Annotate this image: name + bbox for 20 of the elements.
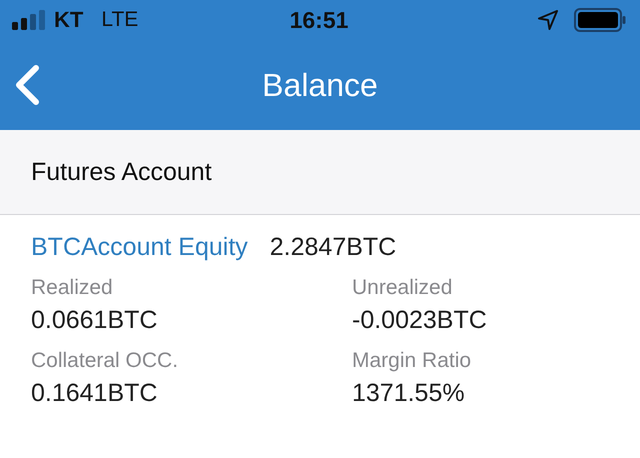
equity-label: BTCAccount Equity [31,233,248,262]
signal-icon [12,10,46,30]
metric-label: Realized [31,276,114,300]
metric-value: 0.0661BTC [31,306,158,335]
back-button[interactable] [14,65,40,105]
clock-time: 16:51 [290,6,348,34]
metric-value: 1371.55% [352,379,466,408]
page-title: Balance [262,66,378,104]
metric-label: Margin Ratio [352,349,472,373]
carrier-name: KT [54,7,84,33]
battery-icon [574,8,626,32]
metric-value: 0.1641BTC [31,379,158,408]
metric-value: -0.0023BTC [352,306,488,335]
location-arrow-icon [538,10,558,30]
equity-value: 2.2847BTC [270,233,396,262]
section-title: Futures Account [31,158,212,186]
chevron-left-icon [14,65,40,105]
network-type: LTE [101,8,138,32]
metric-label: Collateral OCC. [31,349,180,373]
metric-label: Unrealized [352,276,454,300]
